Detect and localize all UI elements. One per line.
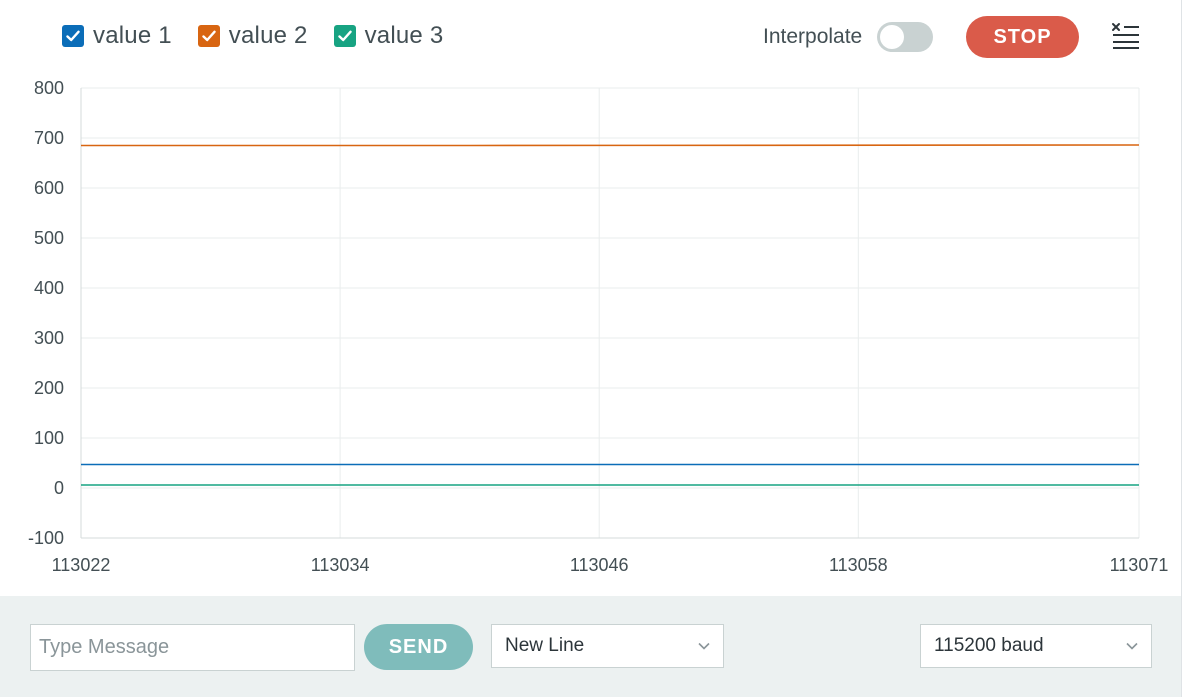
y-tick-label: 600 <box>34 178 64 198</box>
line-chart: 800 700 600 500 400 300 200 100 0 -100 113022 11303… <box>28 78 1169 575</box>
y-tick-label: 100 <box>34 428 64 448</box>
serial-plotter-window: value 1 value 2 value 3 Interpolate STOP <box>0 0 1182 697</box>
message-bar: SEND New Line 115200 baud <box>0 596 1181 697</box>
send-button[interactable]: SEND <box>364 624 473 670</box>
line-ending-select[interactable]: New Line <box>491 624 724 668</box>
baud-rate-select[interactable]: 115200 baud <box>920 624 1152 668</box>
x-tick-label: 113022 <box>52 555 111 575</box>
x-tick-label: 113058 <box>829 555 888 575</box>
chevron-down-icon <box>1126 642 1138 650</box>
series-line-value-2 <box>81 144 1140 147</box>
y-tick-label: -100 <box>28 528 64 548</box>
x-tick-label: 113034 <box>311 555 370 575</box>
y-tick-label: 500 <box>34 228 64 248</box>
y-tick-label: 800 <box>34 78 64 98</box>
x-tick-label: 113046 <box>570 555 629 575</box>
baud-rate-value: 115200 baud <box>934 635 1044 656</box>
y-tick-label: 0 <box>54 478 64 498</box>
y-tick-label: 200 <box>34 378 64 398</box>
chevron-down-icon <box>698 642 710 650</box>
line-ending-value: New Line <box>505 635 585 656</box>
y-tick-label: 300 <box>34 328 64 348</box>
x-tick-label: 113071 <box>1110 555 1169 575</box>
y-tick-label: 400 <box>34 278 64 298</box>
message-input[interactable] <box>30 624 355 671</box>
y-tick-label: 700 <box>34 128 64 148</box>
